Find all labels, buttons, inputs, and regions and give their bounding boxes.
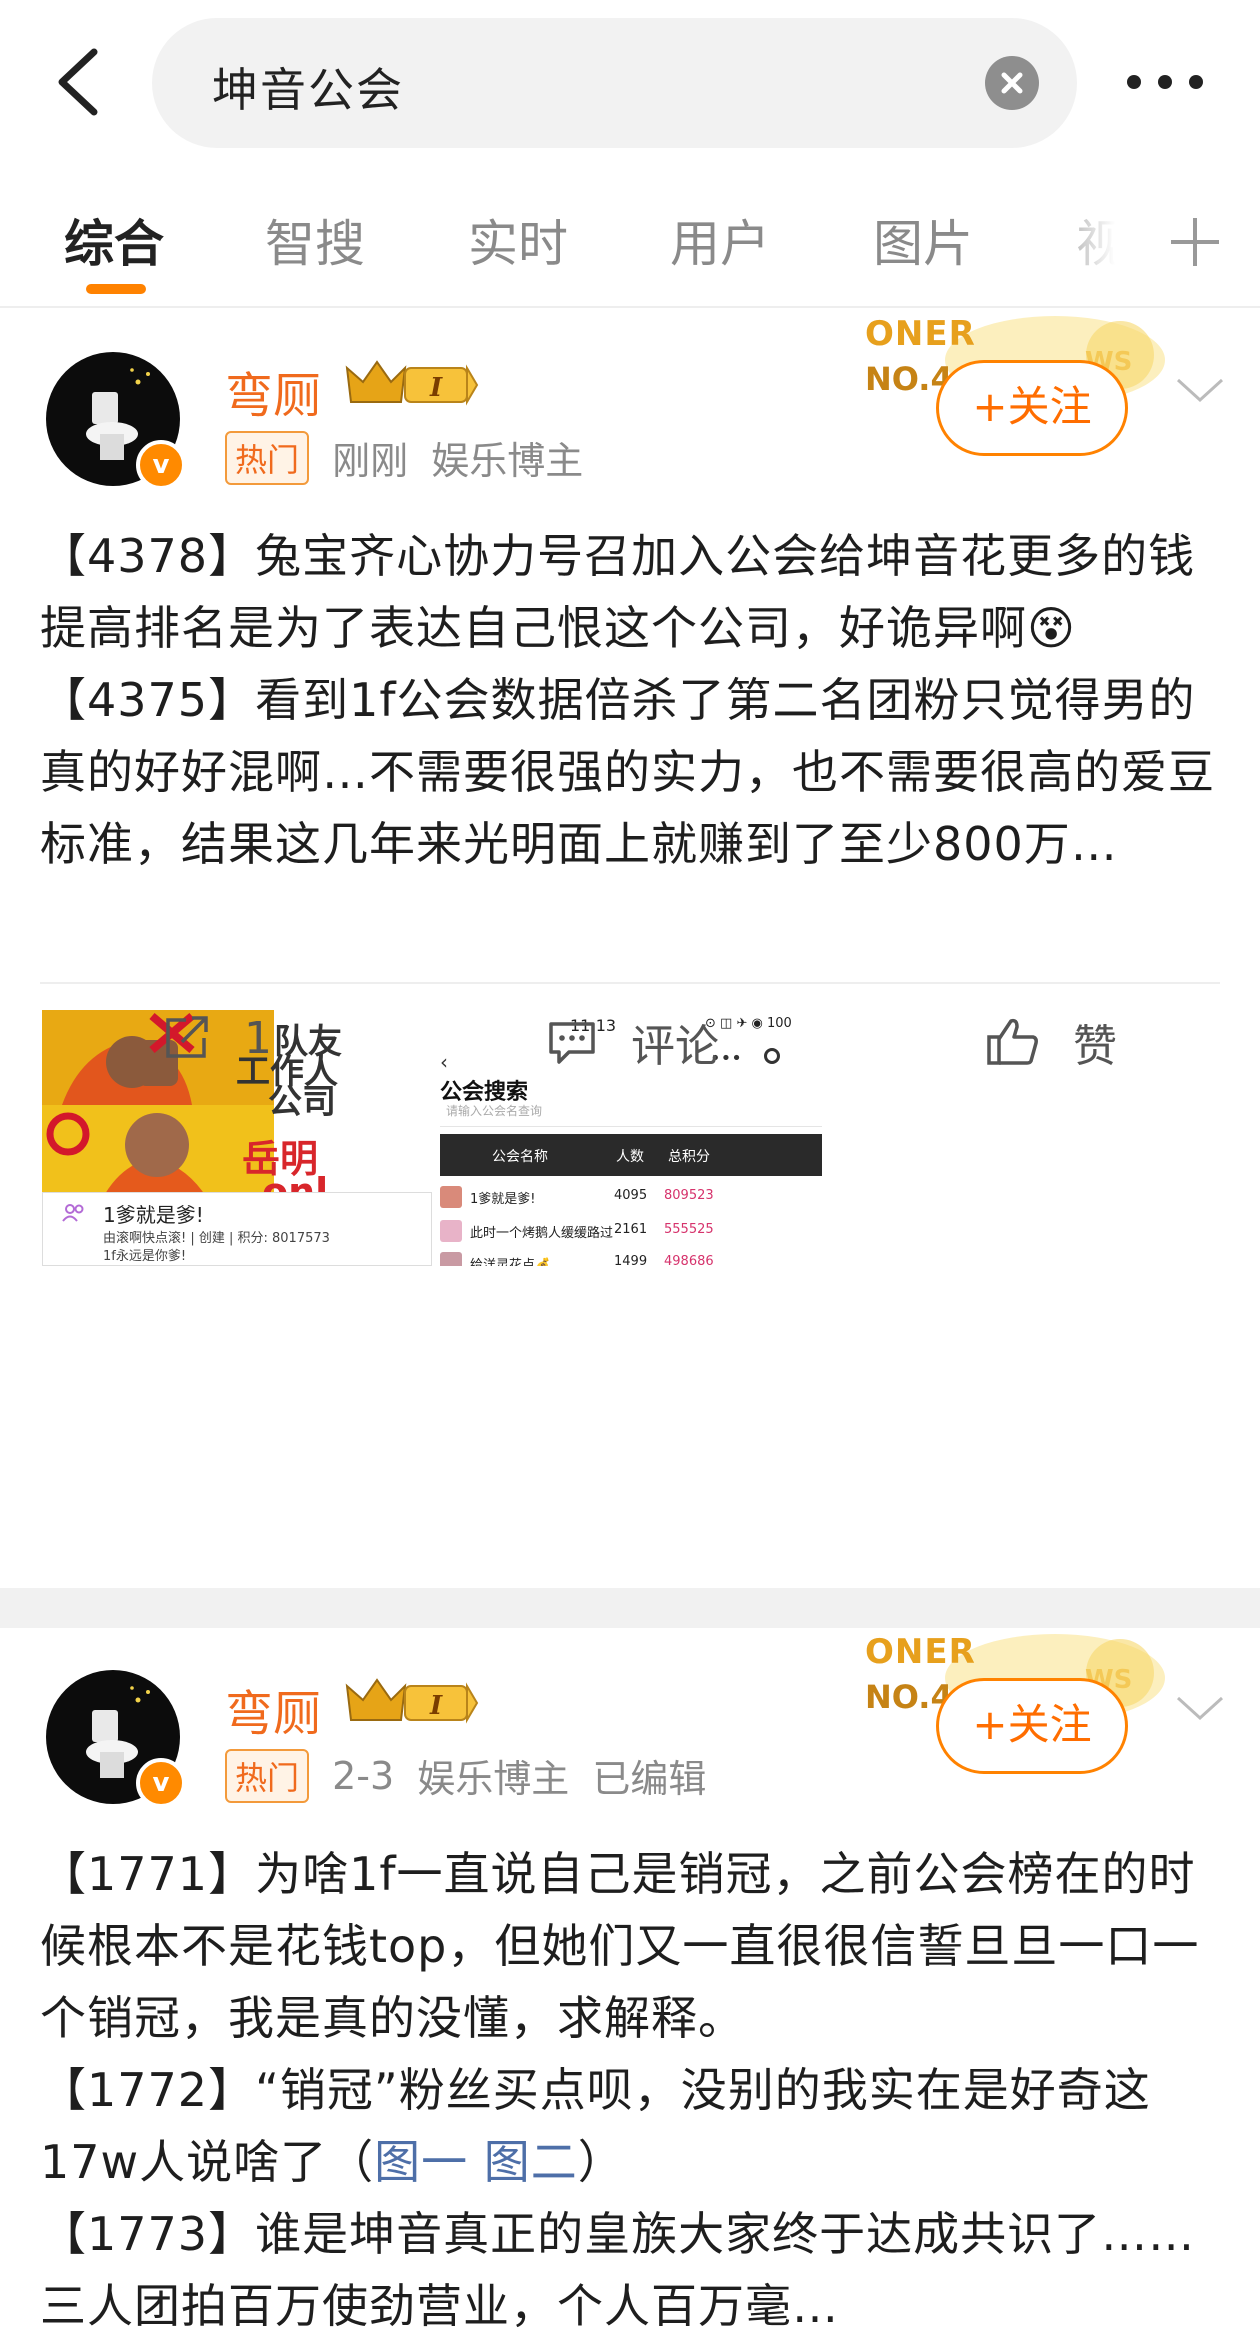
phone-target-icon [764, 1048, 780, 1064]
search-tabs: 综合 智搜 实时 用户 图片 视 [0, 190, 1260, 308]
phone-search-placeholder: 请输入公会名查询 [446, 1104, 543, 1118]
crown-level-icon: I [343, 1676, 479, 1728]
chevron-down-icon[interactable] [1172, 370, 1228, 410]
chevron-down-icon[interactable] [1172, 1688, 1228, 1728]
add-tab-icon[interactable] [1165, 212, 1225, 272]
tab-realtime[interactable]: 实时 [468, 204, 568, 276]
follow-button[interactable]: +关注 [936, 360, 1128, 456]
post-meta: 热门 刚刚 娱乐博主 [225, 430, 584, 485]
search-query[interactable]: 坤音公会 [212, 54, 404, 120]
post-paragraph: 【4375】看到1f公会数据倍杀了第二名团粉只觉得男的真的好好混啊…不需要很强的… [40, 673, 1215, 871]
more-options-icon[interactable] [1120, 62, 1210, 102]
active-tab-indicator [86, 284, 146, 294]
back-arrow-icon[interactable] [50, 46, 110, 118]
tab-comprehensive[interactable]: 综合 [64, 204, 164, 276]
post-paragraph: 【4378】兔宝齐心协力号召加入公会给坤音花更多的钱提高排名是为了表达自己恨这个… [40, 529, 1196, 655]
crown-level-icon: I [343, 358, 479, 410]
search-input[interactable]: 坤音公会 [152, 18, 1077, 148]
post-card[interactable]: v 弯厕 I 热门 2-3 娱乐博主 已编辑 WS ONER NO.4 +关注 … [0, 1628, 1260, 2337]
top-bar: 坤音公会 [0, 0, 1260, 170]
image-link-2[interactable]: 图二 [484, 2135, 578, 2189]
post-time: 刚刚 [332, 439, 409, 483]
group-icon [62, 1204, 84, 1222]
table-row: 1爹就是爹! 4095 809523 [440, 1180, 822, 1214]
svg-text:I: I [429, 1691, 443, 1721]
tab-fade-overlay [1040, 190, 1140, 300]
fan-badge-title: ONER [865, 1632, 976, 1672]
comment-label: 评论 [631, 1021, 719, 1072]
repost-icon [166, 1016, 208, 1058]
tab-smart-search[interactable]: 智搜 [265, 204, 365, 276]
post-paragraph: 【1772】“销冠”粉丝买点呗，没别的我实在是好奇这17w人说啥了（图一 图二） [40, 2063, 1151, 2189]
follow-button[interactable]: +关注 [936, 1678, 1128, 1774]
thumbs-up-icon [987, 1018, 1038, 1065]
group-title: 1爹就是爹! [103, 1203, 204, 1227]
phone-divider [440, 1126, 822, 1127]
group-subtitle: 由滚啊快点滚! | 创建 | 积分: 8017573 [103, 1231, 330, 1246]
tab-users[interactable]: 用户 [670, 204, 770, 276]
repost-count: 1 [244, 1012, 272, 1064]
author-name[interactable]: 弯厕 [225, 356, 321, 426]
clear-icon[interactable] [985, 56, 1039, 110]
fan-badge-title: ONER [865, 314, 976, 354]
edited-label: 已编辑 [592, 1757, 707, 1801]
row-thumbnail [440, 1186, 462, 1208]
post-paragraph: 【1771】为啥1f一直说自己是销冠，之前公会榜在的时候根本不是花钱top，但她… [40, 1847, 1200, 2045]
phone-back-icon: ‹ [440, 1050, 448, 1074]
post-meta: 热门 2-3 娱乐博主 已编辑 [225, 1748, 707, 1803]
action-divider [40, 982, 1220, 984]
verified-badge-icon: v [136, 440, 186, 490]
hot-badge: 热门 [225, 1748, 310, 1803]
table-row: 此时一个烤鹅人缓缓路过 2161 555525 [440, 1214, 822, 1248]
svg-text:I: I [429, 373, 443, 403]
comment-button[interactable]: 评论 [545, 1010, 719, 1080]
post-text: 【4378】兔宝齐心协力号召加入公会给坤音花更多的钱提高排名是为了表达自己恨这个… [40, 520, 1230, 880]
author-role: 娱乐博主 [417, 1757, 570, 1801]
verified-badge-icon: v [136, 1758, 186, 1808]
row-thumbnail [440, 1252, 462, 1266]
like-button[interactable]: 赞 [985, 1010, 1117, 1080]
post-text: 【1771】为啥1f一直说自己是销冠，之前公会榜在的时候根本不是花钱top，但她… [40, 1838, 1230, 2337]
post-separator [0, 1588, 1260, 1628]
author-name[interactable]: 弯厕 [225, 1674, 321, 1744]
group-card: 1爹就是爹! 由滚啊快点滚! | 创建 | 积分: 8017573 1f永远是你… [42, 1192, 432, 1266]
tab-images[interactable]: 图片 [873, 204, 973, 276]
row-thumbnail [440, 1220, 462, 1242]
image-link-1[interactable]: 图一 [374, 2135, 468, 2189]
like-label: 赞 [1073, 1021, 1117, 1072]
group-note: 1f永远是你爹! [103, 1249, 187, 1264]
hot-badge: 热门 [225, 430, 310, 485]
table-row: 给洋灵花点💰 1499 498686 [440, 1246, 822, 1266]
repost-button[interactable]: 1 [160, 1010, 272, 1080]
post-card[interactable]: v 弯厕 I 热门 刚刚 娱乐博主 WS ONER NO.4 +关注 【4378… [0, 310, 1260, 1588]
comment-icon [549, 1022, 595, 1064]
post-time: 2-3 [332, 1753, 395, 1798]
post-paragraph: 【1773】谁是坤音真正的皇族大家终于达成共识了……三人团拍百万使劲营业，个人百… [40, 2207, 1196, 2333]
phone-table-header: 公会名称 人数 总积分 [440, 1134, 822, 1176]
author-role: 娱乐博主 [431, 439, 584, 483]
